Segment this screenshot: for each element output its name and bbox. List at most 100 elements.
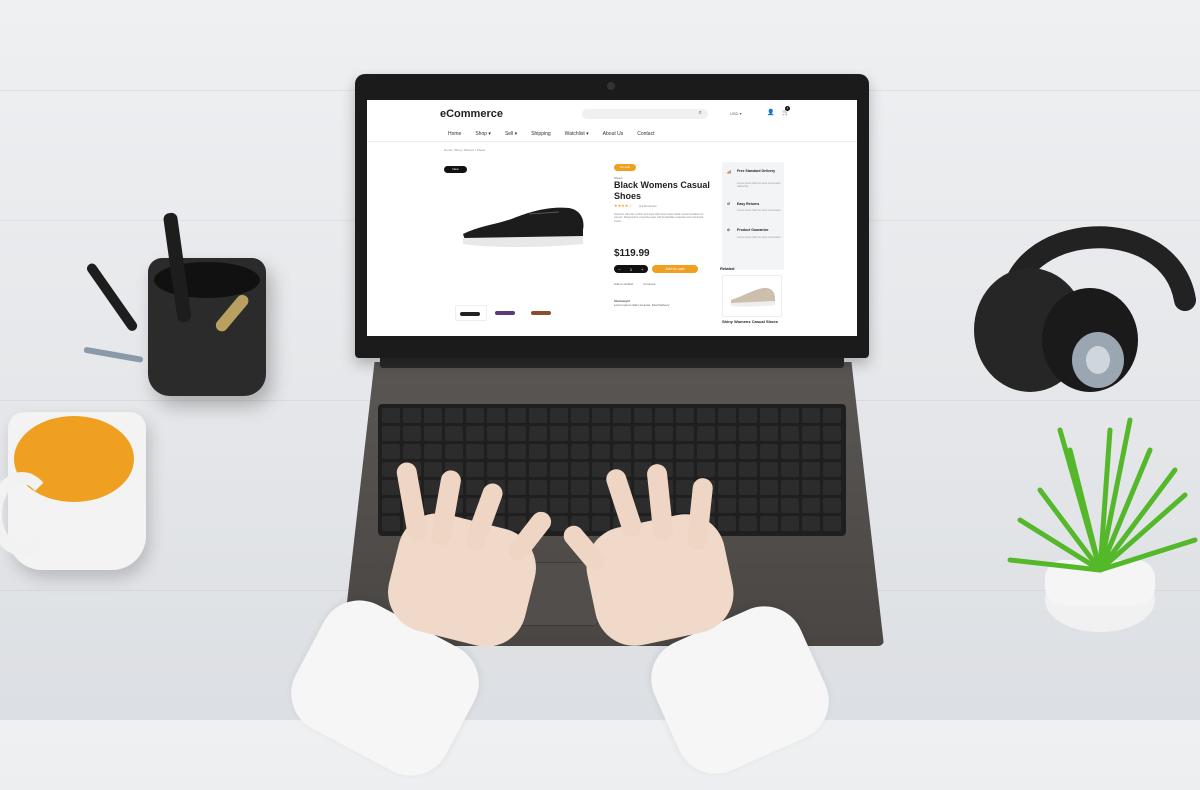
nav-shipping[interactable]: Shipping [531,131,550,137]
keyboard-key[interactable] [718,462,736,477]
keyboard-key[interactable] [823,426,841,441]
keyboard-key[interactable] [508,498,526,513]
keyboard-key[interactable] [760,516,778,531]
keyboard-key[interactable] [760,480,778,495]
keyboard-key[interactable] [823,408,841,423]
nav-watchlist[interactable]: Watchlist ▾ [565,131,589,137]
keyboard-key[interactable] [718,426,736,441]
keyboard-key[interactable] [445,408,463,423]
keyboard-key[interactable] [613,408,631,423]
search-icon[interactable]: ⌕ [699,110,702,117]
keyboard-key[interactable] [508,480,526,495]
keyboard-key[interactable] [487,462,505,477]
keyboard-key[interactable] [571,444,589,459]
keyboard-key[interactable] [487,426,505,441]
keyboard-key[interactable] [424,408,442,423]
keyboard-key[interactable] [802,498,820,513]
keyboard-key[interactable] [781,516,799,531]
keyboard-key[interactable] [781,480,799,495]
keyboard-key[interactable] [592,498,610,513]
add-to-wishlist-link[interactable]: Add to wishlist [614,282,633,286]
keyboard-key[interactable] [823,498,841,513]
keyboard-key[interactable] [802,462,820,477]
keyboard-key[interactable] [613,444,631,459]
keyboard-key[interactable] [445,426,463,441]
breadcrumb[interactable]: Home / Shop / Women / Shoes [444,148,485,152]
keyboard-key[interactable] [508,408,526,423]
keyboard-key[interactable] [823,462,841,477]
keyboard-key[interactable] [781,426,799,441]
qty-minus-button[interactable]: − [619,267,621,272]
site-logo[interactable]: eCommerce [440,108,503,120]
keyboard-key[interactable] [382,426,400,441]
thumbnail-black[interactable] [455,305,487,321]
product-image[interactable] [459,200,589,250]
review-count[interactable]: (12 Reviews) [639,204,657,208]
keyboard-key[interactable] [592,408,610,423]
keyboard-key[interactable] [697,408,715,423]
quantity-stepper[interactable]: − 1 + [614,265,648,273]
keyboard-key[interactable] [739,480,757,495]
keyboard-key[interactable] [760,408,778,423]
keyboard-key[interactable] [382,408,400,423]
keyboard-key[interactable] [571,408,589,423]
keyboard-key[interactable] [571,426,589,441]
keyboard-key[interactable] [382,480,400,495]
keyboard-key[interactable] [739,462,757,477]
keyboard-key[interactable] [382,444,400,459]
keyboard-key[interactable] [760,498,778,513]
keyboard-key[interactable] [550,498,568,513]
keyboard-key[interactable] [760,444,778,459]
keyboard-key[interactable] [466,444,484,459]
keyboard-key[interactable] [529,408,547,423]
keyboard-key[interactable] [676,408,694,423]
keyboard-key[interactable] [403,444,421,459]
add-to-cart-button[interactable]: Add to cart [652,265,698,273]
related-product-title[interactable]: Shiny Womens Casual Shoes [722,319,778,324]
keyboard-key[interactable] [466,408,484,423]
keyboard-key[interactable] [781,444,799,459]
keyboard-key[interactable] [487,444,505,459]
keyboard-key[interactable] [634,408,652,423]
related-product-card[interactable] [722,275,782,317]
keyboard-key[interactable] [697,426,715,441]
thumbnail-purple[interactable] [491,305,521,319]
keyboard-key[interactable] [718,498,736,513]
currency-selector[interactable]: USD ▾ [730,111,742,116]
keyboard-key[interactable] [571,462,589,477]
laptop-screen[interactable]: eCommerce ⌕ USD ▾ 👤 🛒 1 Home Shop ▾ Sell… [367,100,857,336]
keyboard-key[interactable] [697,462,715,477]
keyboard-key[interactable] [445,444,463,459]
thumbnail-brown[interactable] [527,305,557,319]
keyboard-key[interactable] [760,462,778,477]
keyboard-key[interactable] [739,408,757,423]
keyboard-key[interactable] [739,444,757,459]
keyboard-key[interactable] [655,444,673,459]
keyboard-key[interactable] [550,462,568,477]
keyboard-key[interactable] [571,480,589,495]
keyboard-key[interactable] [781,462,799,477]
keyboard-key[interactable] [382,516,400,531]
keyboard-key[interactable] [634,444,652,459]
keyboard-key[interactable] [676,444,694,459]
keyboard-key[interactable] [529,426,547,441]
keyboard-key[interactable] [550,426,568,441]
keyboard-key[interactable] [613,426,631,441]
keyboard-key[interactable] [823,516,841,531]
keyboard-key[interactable] [655,426,673,441]
keyboard-key[interactable] [571,498,589,513]
keyboard-key[interactable] [403,408,421,423]
keyboard-key[interactable] [739,516,757,531]
keyboard-key[interactable] [676,426,694,441]
keyboard-key[interactable] [802,444,820,459]
nav-sell[interactable]: Sell ▾ [505,131,517,137]
account-icon[interactable]: 👤 [767,110,774,116]
keyboard-key[interactable] [529,462,547,477]
keyboard-key[interactable] [592,426,610,441]
keyboard-key[interactable] [718,408,736,423]
related-product-image[interactable] [723,276,781,316]
keyboard-key[interactable] [634,426,652,441]
keyboard-key[interactable] [508,444,526,459]
keyboard-key[interactable] [781,498,799,513]
keyboard-key[interactable] [592,444,610,459]
